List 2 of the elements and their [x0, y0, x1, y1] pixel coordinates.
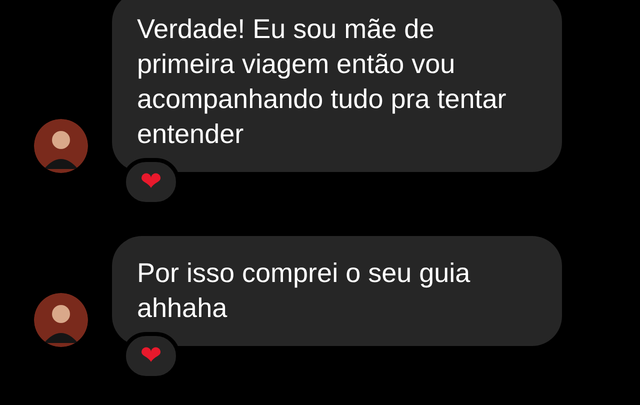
message-text: Verdade! Eu sou mãe de primeira viagem então vou acompanhando tudo pra tentar entender	[137, 13, 508, 151]
message-text: Por isso comprei o seu guia ahhaha	[137, 257, 472, 325]
